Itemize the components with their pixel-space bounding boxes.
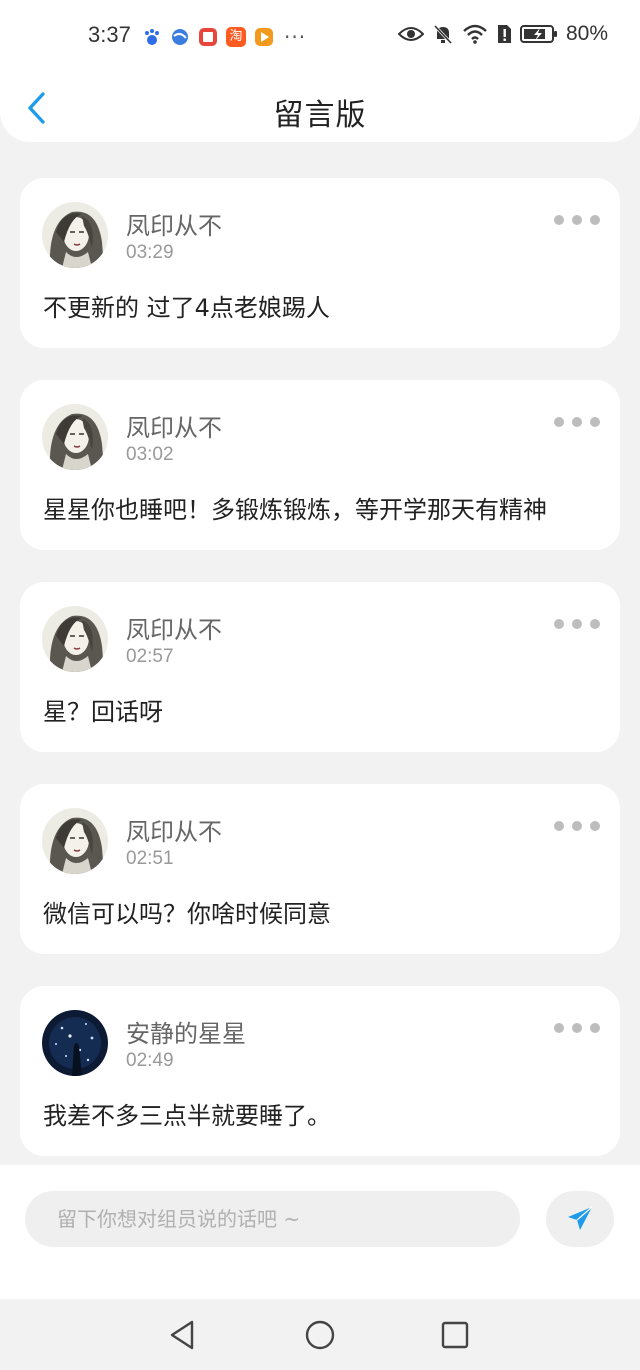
starry-night-avatar: [42, 1010, 108, 1076]
message-time: 03:02: [126, 444, 174, 465]
book-app-icon: [199, 28, 217, 46]
system-navigation-bar: [0, 1299, 640, 1370]
dot: [590, 417, 600, 427]
wifi-icon: [463, 24, 487, 44]
message-text: 星星你也睡吧！多锻炼锻炼，等开学那天有精神: [43, 496, 547, 524]
message-list[interactable]: 凤印从不 03:29 不更新的 过了4点老娘踢人 凤印从不 03:02 星星你也: [20, 178, 620, 1188]
more-options-button[interactable]: [554, 212, 600, 228]
avatar[interactable]: [42, 606, 108, 672]
bell-muted-icon: [433, 24, 453, 45]
dot: [554, 417, 564, 427]
top-panel: 3:37 淘 ··· 80% 留言版: [0, 0, 640, 142]
message-card: 凤印从不 03:29 不更新的 过了4点老娘踢人: [20, 178, 620, 348]
avatar[interactable]: [42, 1010, 108, 1076]
dot: [590, 821, 600, 831]
message-text: 微信可以吗？你啥时候同意: [43, 900, 331, 928]
browser-icon: [172, 29, 188, 45]
dot: [590, 619, 600, 629]
message-time: 03:29: [126, 242, 174, 263]
message-text: 我差不多三点半就要睡了。: [43, 1102, 331, 1130]
taobao-icon: 淘: [226, 27, 246, 47]
circle-home-icon: [305, 1320, 335, 1350]
sketch-girl-avatar: [42, 202, 108, 268]
status-notification-icons: 淘 ···: [142, 24, 306, 50]
battery-percentage: 80%: [565, 22, 608, 45]
dot: [572, 1023, 582, 1033]
avatar[interactable]: [42, 404, 108, 470]
dot: [572, 821, 582, 831]
more-options-button[interactable]: [554, 818, 600, 834]
sketch-girl-avatar: [42, 808, 108, 874]
status-time: 3:37: [88, 22, 131, 47]
message-time: 02:49: [126, 1050, 174, 1071]
dot: [572, 619, 582, 629]
status-more-indicator: ···: [284, 25, 307, 49]
dot: [554, 821, 564, 831]
triangle-back-icon: [170, 1320, 194, 1350]
taobao-icon-text: 淘: [229, 29, 243, 44]
baidu-icon: [145, 29, 159, 45]
more-options-button[interactable]: [554, 616, 600, 632]
page-title: 留言版: [273, 98, 367, 133]
nav-recents-button[interactable]: [437, 1317, 473, 1353]
author-name: 凤印从不: [126, 818, 222, 846]
nav-back-button[interactable]: [164, 1317, 200, 1353]
dot: [554, 619, 564, 629]
message-card: 凤印从不 03:02 星星你也睡吧！多锻炼锻炼，等开学那天有精神: [20, 380, 620, 550]
header: 留言版: [0, 76, 640, 142]
square-recents-icon: [441, 1321, 469, 1349]
sketch-girl-avatar: [42, 404, 108, 470]
status-bar: 3:37 淘 ··· 80%: [0, 0, 640, 76]
dot: [554, 1023, 564, 1033]
dot: [590, 1023, 600, 1033]
avatar[interactable]: [42, 202, 108, 268]
message-card: 凤印从不 02:51 微信可以吗？你啥时候同意: [20, 784, 620, 954]
message-card: 安静的星星 02:49 我差不多三点半就要睡了。: [20, 986, 620, 1156]
author-name: 安静的星星: [126, 1020, 246, 1048]
message-time: 02:51: [126, 848, 174, 869]
sim-alert-icon: [497, 25, 511, 43]
send-button[interactable]: [546, 1191, 614, 1247]
more-options-button[interactable]: [554, 414, 600, 430]
eye-icon: [397, 27, 424, 41]
dot: [590, 215, 600, 225]
author-name: 凤印从不: [126, 414, 222, 442]
avatar[interactable]: [42, 808, 108, 874]
message-text: 不更新的 过了4点老娘踢人: [43, 294, 330, 322]
video-app-icon: [255, 28, 273, 46]
more-options-button[interactable]: [554, 1020, 600, 1036]
paper-plane-icon: [568, 1206, 593, 1230]
sketch-girl-avatar: [42, 606, 108, 672]
message-input[interactable]: [25, 1191, 520, 1247]
author-name: 凤印从不: [126, 616, 222, 644]
message-time: 02:57: [126, 646, 174, 667]
dot: [572, 215, 582, 225]
dot: [554, 215, 564, 225]
nav-home-button[interactable]: [302, 1317, 338, 1353]
message-text: 星？回话呀: [43, 698, 163, 726]
dot: [572, 417, 582, 427]
status-system-icons: 80%: [397, 22, 608, 46]
author-name: 凤印从不: [126, 212, 222, 240]
message-card: 凤印从不 02:57 星？回话呀: [20, 582, 620, 752]
battery-icon: [519, 25, 557, 43]
composer-bar: [0, 1165, 640, 1299]
